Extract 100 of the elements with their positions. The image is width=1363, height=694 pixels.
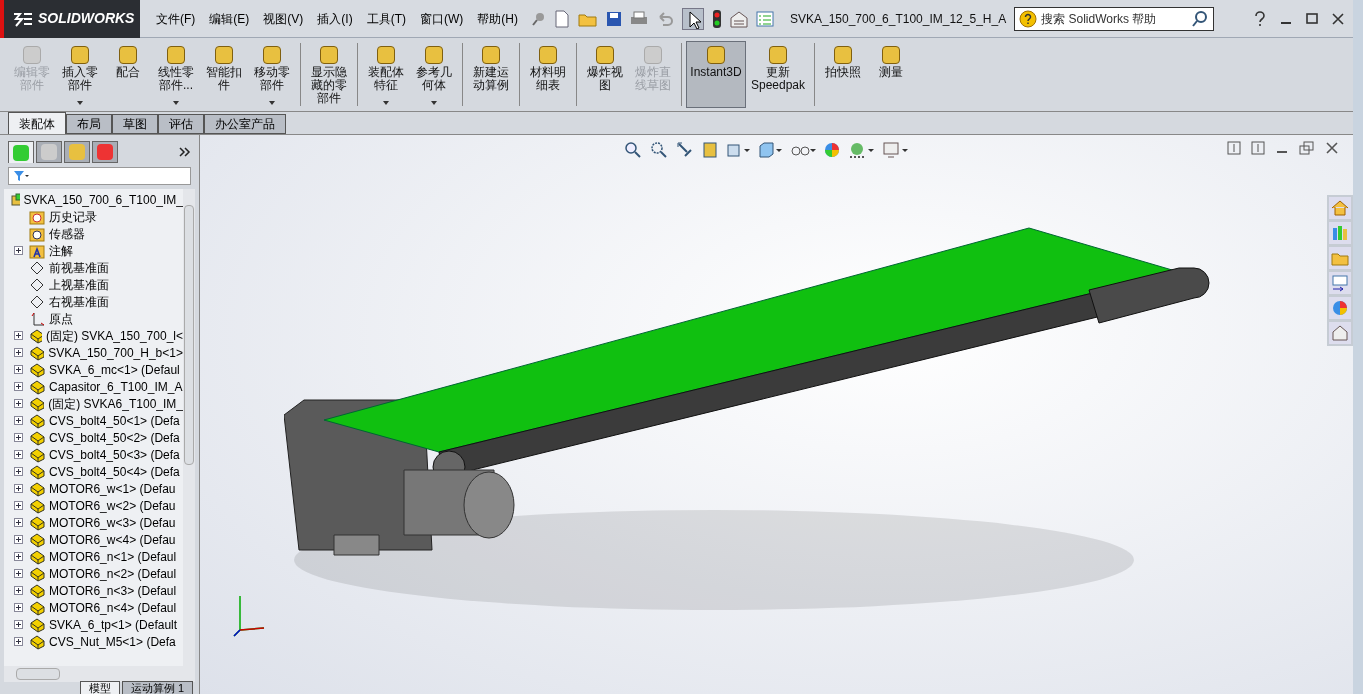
close-icon[interactable] (1325, 141, 1339, 155)
tree-item[interactable]: 前视基准面 (49, 258, 109, 277)
property-tab-icon[interactable] (36, 141, 62, 163)
print-icon[interactable] (630, 10, 648, 27)
dropdown-arrow-icon[interactable] (173, 101, 179, 105)
command-button[interactable]: 插入零部件 (56, 41, 104, 108)
tree-item[interactable]: 原点 (49, 309, 73, 328)
view-palette-icon[interactable] (1329, 272, 1351, 294)
close-icon[interactable] (1331, 11, 1345, 26)
tree-item[interactable]: CVS_bolt4_50<3> (Defa (49, 445, 180, 464)
checklist-icon[interactable] (756, 10, 774, 27)
tree-item[interactable]: CVS_Nut_M5<1> (Defa (49, 632, 176, 651)
search-field[interactable]: 搜索 SolidWorks 帮助 (1014, 6, 1215, 31)
menu-item[interactable]: 工具(T) (366, 9, 406, 28)
command-button[interactable]: 线性零部件... (152, 41, 200, 108)
view-orientation-icon[interactable] (726, 141, 750, 159)
command-button[interactable]: 移动零部件 (248, 41, 296, 108)
tree-item[interactable]: 注解 (49, 241, 73, 260)
expand-chevron-icon[interactable] (179, 147, 191, 157)
expand-icon[interactable] (14, 484, 23, 493)
scene-icon[interactable] (848, 141, 874, 159)
expand-icon[interactable] (14, 569, 23, 578)
tab[interactable]: 评估 (158, 114, 204, 134)
new-document-icon[interactable] (554, 9, 570, 28)
zoom-area-icon[interactable] (650, 141, 668, 159)
expand-icon[interactable] (14, 518, 23, 527)
tab[interactable]: 布局 (66, 114, 112, 134)
menu-item[interactable]: 帮助(H) (477, 9, 518, 28)
expand-icon[interactable] (14, 450, 23, 459)
expand-icon[interactable] (14, 637, 23, 646)
filter-field[interactable] (8, 167, 191, 185)
tree-item[interactable]: MOTOR6_w<3> (Defau (49, 513, 176, 532)
command-button[interactable]: 参考几何体 (410, 41, 458, 108)
tree-item[interactable]: SVKA_150_700_6_T100_IM_ (23, 190, 183, 209)
command-button[interactable]: 显示隐藏的零部件 (305, 41, 353, 108)
dropdown-arrow-icon[interactable] (269, 101, 275, 105)
tree-item[interactable]: 上视基准面 (49, 275, 109, 294)
save-icon[interactable] (606, 10, 622, 27)
tree-item[interactable]: CVS_bolt4_50<1> (Defa (49, 411, 180, 430)
command-button[interactable]: 配合 (104, 41, 152, 108)
expand-icon[interactable] (14, 246, 23, 255)
help-icon[interactable] (1253, 10, 1267, 27)
expand-icon[interactable] (14, 552, 23, 561)
command-button[interactable]: 更新Speedpak (746, 41, 811, 108)
tree-item[interactable]: (固定) SVKA6_T100_IM_ (48, 394, 183, 413)
tree-item[interactable]: MOTOR6_w<2> (Defau (49, 496, 176, 515)
dropdown-arrow-icon[interactable] (77, 101, 83, 105)
display-settings-icon[interactable] (882, 141, 908, 159)
command-button[interactable]: 新建运动算例 (467, 41, 515, 108)
expand-icon[interactable] (14, 535, 23, 544)
home-icon[interactable] (1329, 197, 1351, 219)
restore-icon[interactable] (1299, 141, 1315, 155)
command-button[interactable]: 智能扣件 (200, 41, 248, 108)
command-button[interactable]: 测量 (867, 41, 916, 108)
expand-icon[interactable] (14, 433, 23, 442)
expand-icon[interactable] (14, 603, 23, 612)
maximize-icon[interactable] (1305, 11, 1319, 26)
feature-tree-tab-icon[interactable] (8, 141, 34, 163)
expand-icon[interactable] (14, 501, 23, 510)
tree-item[interactable]: 传感器 (49, 224, 85, 243)
command-button[interactable]: 拍快照 (819, 41, 868, 108)
expand-icon[interactable] (14, 331, 23, 340)
command-button[interactable]: Instant3D (686, 41, 746, 108)
tab[interactable]: 草图 (112, 114, 158, 134)
pin-icon[interactable] (530, 10, 546, 27)
tree-item[interactable]: CVS_bolt4_50<4> (Defa (49, 462, 180, 481)
menu-item[interactable]: 文件(F) (156, 9, 196, 28)
tree-item[interactable]: MOTOR6_w<4> (Defau (49, 530, 176, 549)
expand-icon[interactable] (14, 399, 23, 408)
menu-item[interactable]: 插入(I) (317, 9, 353, 28)
traffic-light-icon[interactable] (712, 8, 722, 29)
menu-item[interactable]: 窗口(W) (420, 9, 464, 28)
expand-icon[interactable] (14, 586, 23, 595)
tree-item[interactable]: 历史记录 (49, 207, 97, 226)
expand-icon[interactable] (14, 348, 23, 357)
tab[interactable]: 运动算例 1 (122, 681, 194, 694)
tree-item[interactable]: MOTOR6_n<2> (Defaul (49, 564, 177, 583)
tree-item[interactable]: CVS_bolt4_50<2> (Defa (49, 428, 180, 447)
expand-icon[interactable] (14, 620, 23, 629)
library-icon[interactable] (1329, 222, 1351, 244)
tree-item[interactable]: MOTOR6_w<1> (Defau (49, 479, 176, 498)
tree-item[interactable]: 右视基准面 (49, 292, 109, 311)
menu-item[interactable]: 视图(V) (263, 9, 304, 28)
tree-item[interactable]: SVKA_150_700_H_b<1> (48, 343, 183, 362)
cube-icon[interactable] (758, 141, 782, 159)
menu-item[interactable]: 编辑(E) (209, 9, 250, 28)
zoom-to-fit-icon[interactable] (624, 141, 642, 159)
tree-item[interactable]: SVKA_6_tp<1> (Default (49, 615, 178, 634)
expand-icon[interactable] (14, 382, 23, 391)
tree-item[interactable]: MOTOR6_n<4> (Defaul (49, 598, 177, 617)
dropdown-arrow-icon[interactable] (431, 101, 437, 105)
command-button[interactable]: 爆炸视图 (581, 41, 629, 108)
search-field[interactable]: 搜索 SolidWorks 帮助 (1041, 9, 1188, 28)
tree-item[interactable]: (固定) SVKA_150_700_l< (45, 326, 183, 345)
expand-icon[interactable] (14, 416, 23, 425)
tree-item[interactable]: MOTOR6_n<1> (Defaul (49, 547, 177, 566)
command-button[interactable]: 材料明细表 (524, 41, 572, 108)
tab[interactable]: 模型 (80, 681, 120, 694)
color-ball-icon[interactable] (824, 142, 840, 158)
command-button[interactable]: 装配体特征 (362, 41, 410, 108)
